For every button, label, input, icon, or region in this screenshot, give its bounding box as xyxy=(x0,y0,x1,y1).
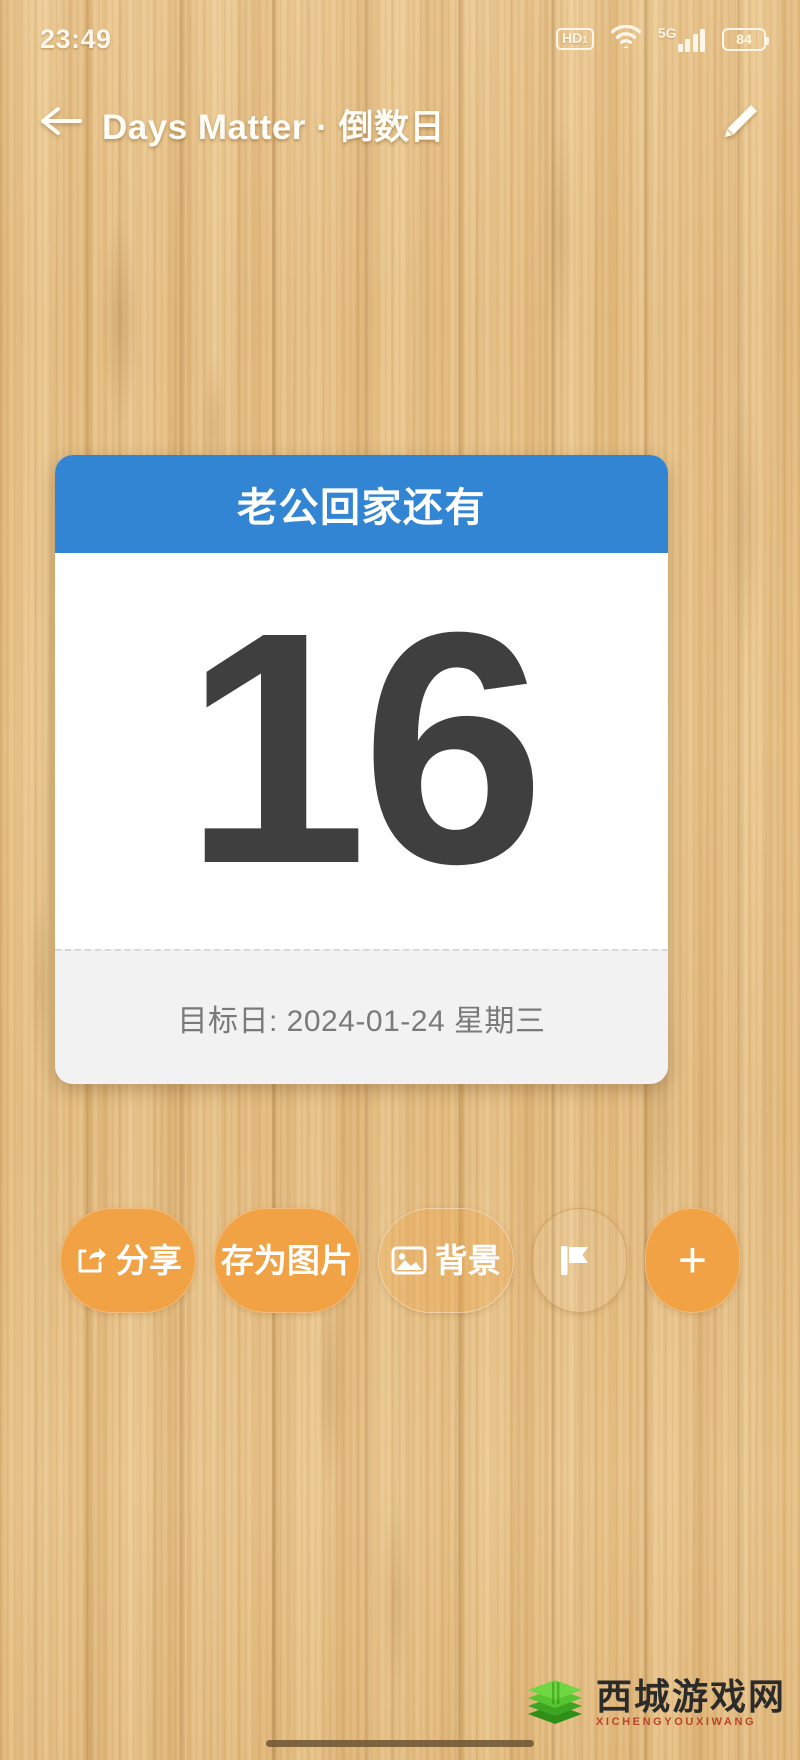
cellular-5g-icon: 5G xyxy=(658,26,705,52)
hd-voice-label: HD xyxy=(562,30,583,47)
share-icon xyxy=(78,1248,106,1273)
flag-icon xyxy=(561,1246,589,1275)
flag-button[interactable] xyxy=(531,1207,627,1313)
hd-voice-icon: HD1 xyxy=(556,28,594,50)
status-clock: 23:49 xyxy=(40,23,112,54)
watermark: 西城游戏网 XICHENGYOUXIWANG xyxy=(524,1674,786,1732)
battery-level-label: 84 xyxy=(736,31,752,47)
watermark-name-en: XICHENGYOUXIWANG xyxy=(595,1715,757,1728)
days-remaining-number: 16 xyxy=(183,562,545,932)
background-button[interactable]: 背景 xyxy=(377,1207,514,1313)
wifi-icon xyxy=(610,24,641,53)
watermark-text: 西城游戏网 XICHENGYOUXIWANG xyxy=(595,1675,786,1728)
card-footer: 目标日: 2024-01-24 星期三 xyxy=(55,949,668,1084)
home-indicator[interactable] xyxy=(266,1740,534,1747)
save-image-button[interactable]: 存为图片 xyxy=(213,1207,360,1313)
status-bar: 23:49 HD1 5G 84 xyxy=(0,0,800,78)
add-button[interactable]: + xyxy=(644,1207,740,1313)
network-type-label: 5G xyxy=(657,25,677,41)
signal-bars-icon xyxy=(677,29,705,52)
save-image-button-label: 存为图片 xyxy=(220,1241,353,1279)
countdown-card[interactable]: 老公回家还有 16 目标日: 2024-01-24 星期三 xyxy=(55,455,668,1084)
add-button-label: + xyxy=(677,1232,708,1288)
app-bar: Days Matter · 倒数日 xyxy=(0,86,800,162)
share-button[interactable]: 分享 xyxy=(60,1207,196,1313)
edit-pencil-icon[interactable] xyxy=(718,100,766,148)
event-title: 老公回家还有 xyxy=(237,486,486,530)
card-header: 老公回家还有 xyxy=(55,455,668,553)
back-arrow-icon[interactable] xyxy=(38,101,84,147)
share-button-label: 分享 xyxy=(115,1241,182,1279)
action-button-row: 分享 存为图片 背景 + xyxy=(60,1200,740,1320)
watermark-name-cn: 西城游戏网 xyxy=(595,1675,786,1717)
target-date-label: 目标日: 2024-01-24 星期三 xyxy=(177,1004,546,1038)
page-title: Days Matter · 倒数日 xyxy=(102,107,446,147)
background-button-label: 背景 xyxy=(434,1241,501,1279)
battery-icon: 84 xyxy=(722,27,769,51)
card-body: 16 xyxy=(55,553,668,949)
image-icon xyxy=(391,1246,427,1274)
status-icons: HD1 5G 84 xyxy=(556,24,769,53)
watermark-logo-icon xyxy=(524,1674,586,1732)
